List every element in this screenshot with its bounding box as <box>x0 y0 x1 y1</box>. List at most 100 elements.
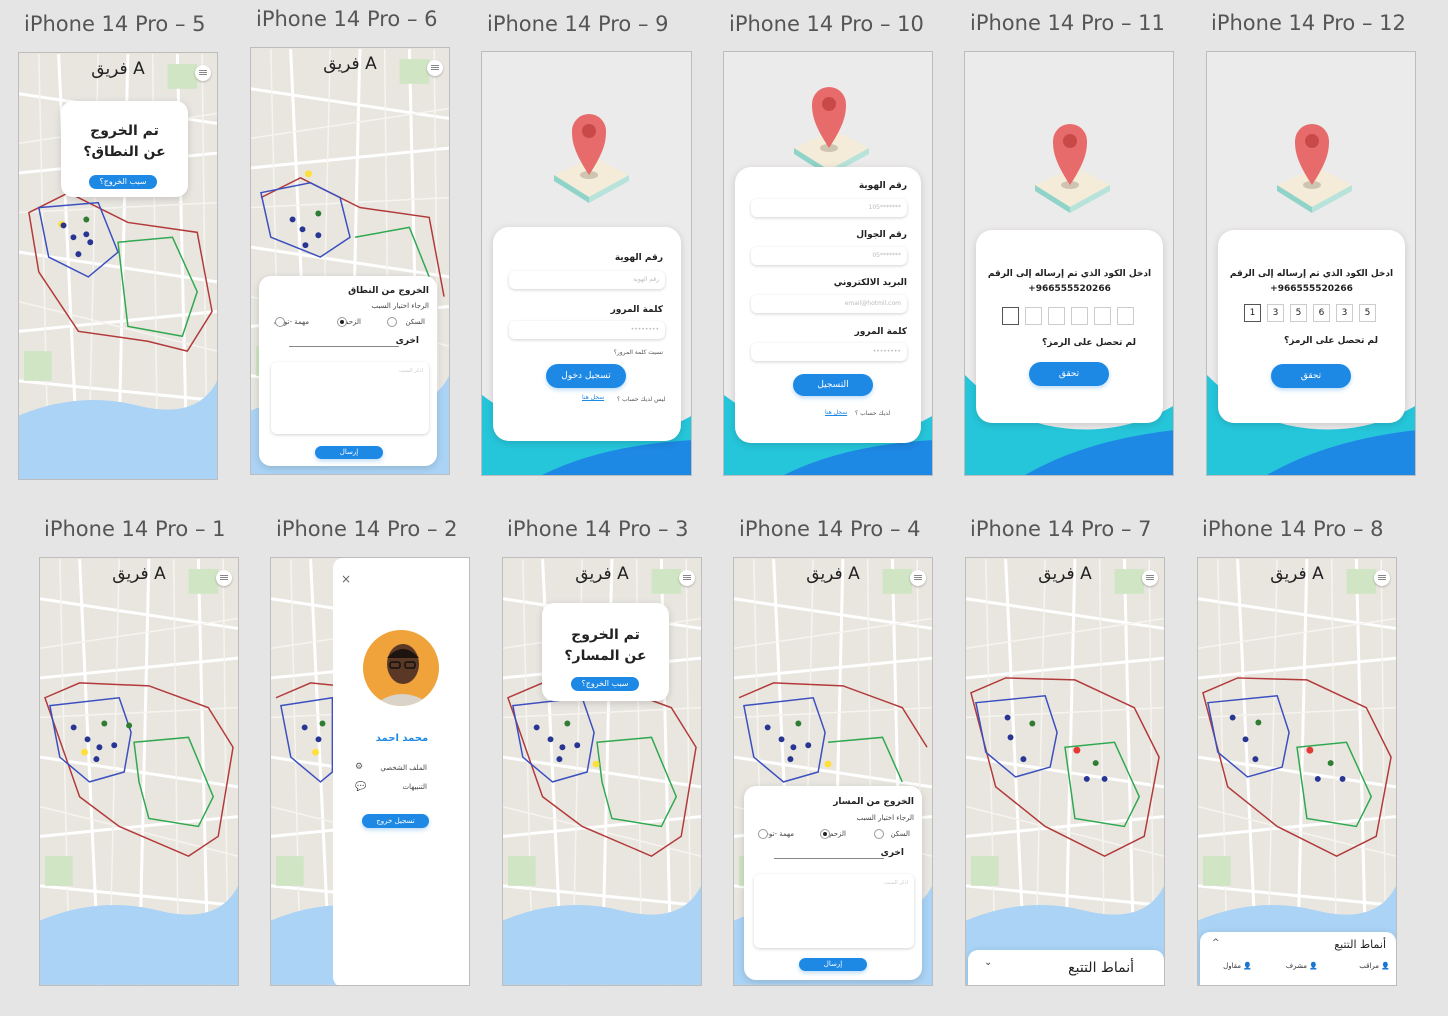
otp-box-1[interactable]: 1 <box>1244 304 1261 322</box>
frame-title: iPhone 14 Pro – 3 <box>507 517 689 541</box>
location-pin-illustration <box>554 114 629 203</box>
otp-box-4[interactable] <box>1071 307 1088 325</box>
radio-housing[interactable] <box>874 829 884 839</box>
option-supervisor-label: مشرف <box>1285 962 1308 970</box>
phone-frame-1: فريق A <box>39 557 239 986</box>
hamburger-icon[interactable] <box>195 65 211 81</box>
email-input[interactable]: email@hotmil.com <box>751 295 907 313</box>
person-avatar-icon <box>373 644 433 706</box>
map[interactable] <box>966 558 1164 985</box>
otp-box-5[interactable] <box>1094 307 1111 325</box>
verify-button[interactable]: تحقق <box>1029 362 1109 386</box>
tracking-sheet-expanded: أنماط التتبع ^ 👤 مراقب 👤 مشرف 👤 مقاول <box>1200 932 1396 985</box>
other-underline <box>774 858 884 859</box>
option-housing: السكن <box>890 830 910 838</box>
id-input[interactable]: رقم الهوية <box>509 271 665 289</box>
hamburger-icon[interactable] <box>679 570 695 586</box>
team-title: فريق A <box>1270 564 1324 584</box>
frame-title: iPhone 14 Pro – 11 <box>970 11 1165 35</box>
otp-box-6[interactable]: 5 <box>1359 304 1376 322</box>
password-input[interactable]: •••••••• <box>751 343 907 361</box>
hamburger-icon[interactable] <box>1142 570 1158 586</box>
send-button[interactable]: إرسال <box>315 446 383 459</box>
alert-line-1: تم الخروج <box>571 627 640 643</box>
other-underline <box>289 346 399 347</box>
location-pin-illustration <box>794 87 869 176</box>
tracking-sheet-collapsed[interactable]: أنماط التتبع ⌄ <box>968 950 1164 985</box>
map[interactable] <box>1198 558 1396 985</box>
sheet-title: الخروج من المسار <box>833 797 914 807</box>
otp-box-3[interactable]: 5 <box>1290 304 1307 322</box>
radio-housing[interactable] <box>387 317 397 327</box>
otp-box-1[interactable] <box>1002 307 1019 325</box>
menu-profile[interactable]: الملف الشخصي <box>380 764 427 772</box>
radio-crowd[interactable] <box>337 317 347 327</box>
exit-reason-button[interactable]: سبب الخروج؟ <box>571 677 639 691</box>
login-link[interactable]: سجل هنا <box>825 409 847 416</box>
person-icon: 👤 <box>1243 962 1252 970</box>
password-label: كلمة المرور <box>610 305 663 315</box>
team-title: فريق A <box>1038 564 1092 584</box>
off-route-alert: تم الخروج عن المسار؟ سبب الخروج؟ <box>542 603 669 701</box>
map[interactable] <box>40 558 238 985</box>
otp-box-2[interactable] <box>1025 307 1042 325</box>
phone-frame-9: رقم الهوية رقم الهوية كلمة المرور ••••••… <box>481 51 692 476</box>
option-observer[interactable]: 👤 مراقب <box>1359 962 1390 970</box>
login-button[interactable]: تسجيل دخول <box>546 364 626 388</box>
password-input[interactable]: •••••••• <box>509 321 665 339</box>
hamburger-icon[interactable] <box>427 60 443 76</box>
send-button[interactable]: إرسال <box>799 958 867 971</box>
alert-line-2: عن النطاق؟ <box>83 144 166 160</box>
otp-instruction: ادخل الكود الذي تم إرساله إلى الرقم <box>1229 269 1394 279</box>
otp-box-5[interactable]: 3 <box>1336 304 1353 322</box>
menu-notifications[interactable]: التنبيهات <box>403 783 427 791</box>
sheet-subtitle: الرجاء اختيار السبب <box>371 302 429 310</box>
reason-sheet: الخروج من النطاق الرجاء اختيار السبب الس… <box>259 276 437 466</box>
person-icon: 👤 <box>1309 962 1318 970</box>
radio-task[interactable] <box>758 829 768 839</box>
hamburger-icon[interactable] <box>910 570 926 586</box>
phone-frame-8: فريق A أنماط التتبع ^ 👤 مراقب 👤 مشرف 👤 م… <box>1197 557 1397 986</box>
chevron-down-icon[interactable]: ⌄ <box>984 957 992 968</box>
otp-box-4[interactable]: 6 <box>1313 304 1330 322</box>
frame-title: iPhone 14 Pro – 4 <box>739 517 921 541</box>
phone-frame-6: فريق A الخروج من النطاق الرجاء اختيار ال… <box>250 47 450 475</box>
reason-textarea[interactable]: اذكر السبب <box>754 874 914 948</box>
register-button[interactable]: التسجيل <box>793 374 873 396</box>
register-link[interactable]: سجل هنا <box>582 394 604 401</box>
hamburger-icon[interactable] <box>1374 570 1390 586</box>
email-label: البريد الالكتروني <box>833 278 907 288</box>
otp-card: ادخل الكود الذي تم إرساله إلى الرقم +966… <box>1218 230 1405 423</box>
location-pin-illustration <box>1035 124 1110 213</box>
id-label: رقم الهوية <box>858 181 907 191</box>
forgot-password-link[interactable]: نسيت كلمة المرور؟ <box>614 349 663 356</box>
tracking-title: أنماط التتبع <box>1334 938 1386 951</box>
team-title: فريق A <box>112 564 166 584</box>
user-name: محمد احمد <box>375 733 429 744</box>
verify-button[interactable]: تحقق <box>1271 364 1351 388</box>
resend-code-link[interactable]: لم تحصل على الرمز؟ <box>1042 338 1136 348</box>
gear-icon: ⚙ <box>355 762 364 772</box>
phone-frame-5: فريق A تم الخروج عن النطاق؟ سبب الخروج؟ <box>18 52 218 480</box>
otp-box-3[interactable] <box>1048 307 1065 325</box>
option-contractor[interactable]: 👤 مقاول <box>1223 962 1252 970</box>
reason-textarea[interactable]: اذكر السبب <box>271 362 429 434</box>
otp-box-2[interactable]: 3 <box>1267 304 1284 322</box>
phone-frame-2: × محمد احمد الملف الشخصي ⚙ التنبيهات 💬 ت… <box>270 557 470 986</box>
exit-reason-button[interactable]: سبب الخروج؟ <box>89 175 157 189</box>
option-supervisor[interactable]: 👤 مشرف <box>1286 962 1318 970</box>
frame-title: iPhone 14 Pro – 9 <box>487 12 669 36</box>
radio-crowd[interactable] <box>820 829 830 839</box>
radio-task[interactable] <box>275 317 285 327</box>
hamburger-icon[interactable] <box>216 570 232 586</box>
logout-button[interactable]: تسجيل خروج <box>362 814 429 828</box>
resend-code-link[interactable]: لم تحصل على الرمز؟ <box>1284 336 1378 346</box>
close-icon[interactable]: × <box>341 572 351 586</box>
phone-input[interactable]: 05******* <box>751 247 907 265</box>
register-card: رقم الهوية 105******* رقم الجوال 05*****… <box>735 167 921 443</box>
chevron-up-icon[interactable]: ^ <box>1212 938 1220 948</box>
id-input[interactable]: 105******* <box>751 199 907 217</box>
frame-title: iPhone 14 Pro – 12 <box>1211 11 1406 35</box>
out-of-zone-alert: تم الخروج عن النطاق؟ سبب الخروج؟ <box>61 101 188 197</box>
otp-box-6[interactable] <box>1117 307 1134 325</box>
